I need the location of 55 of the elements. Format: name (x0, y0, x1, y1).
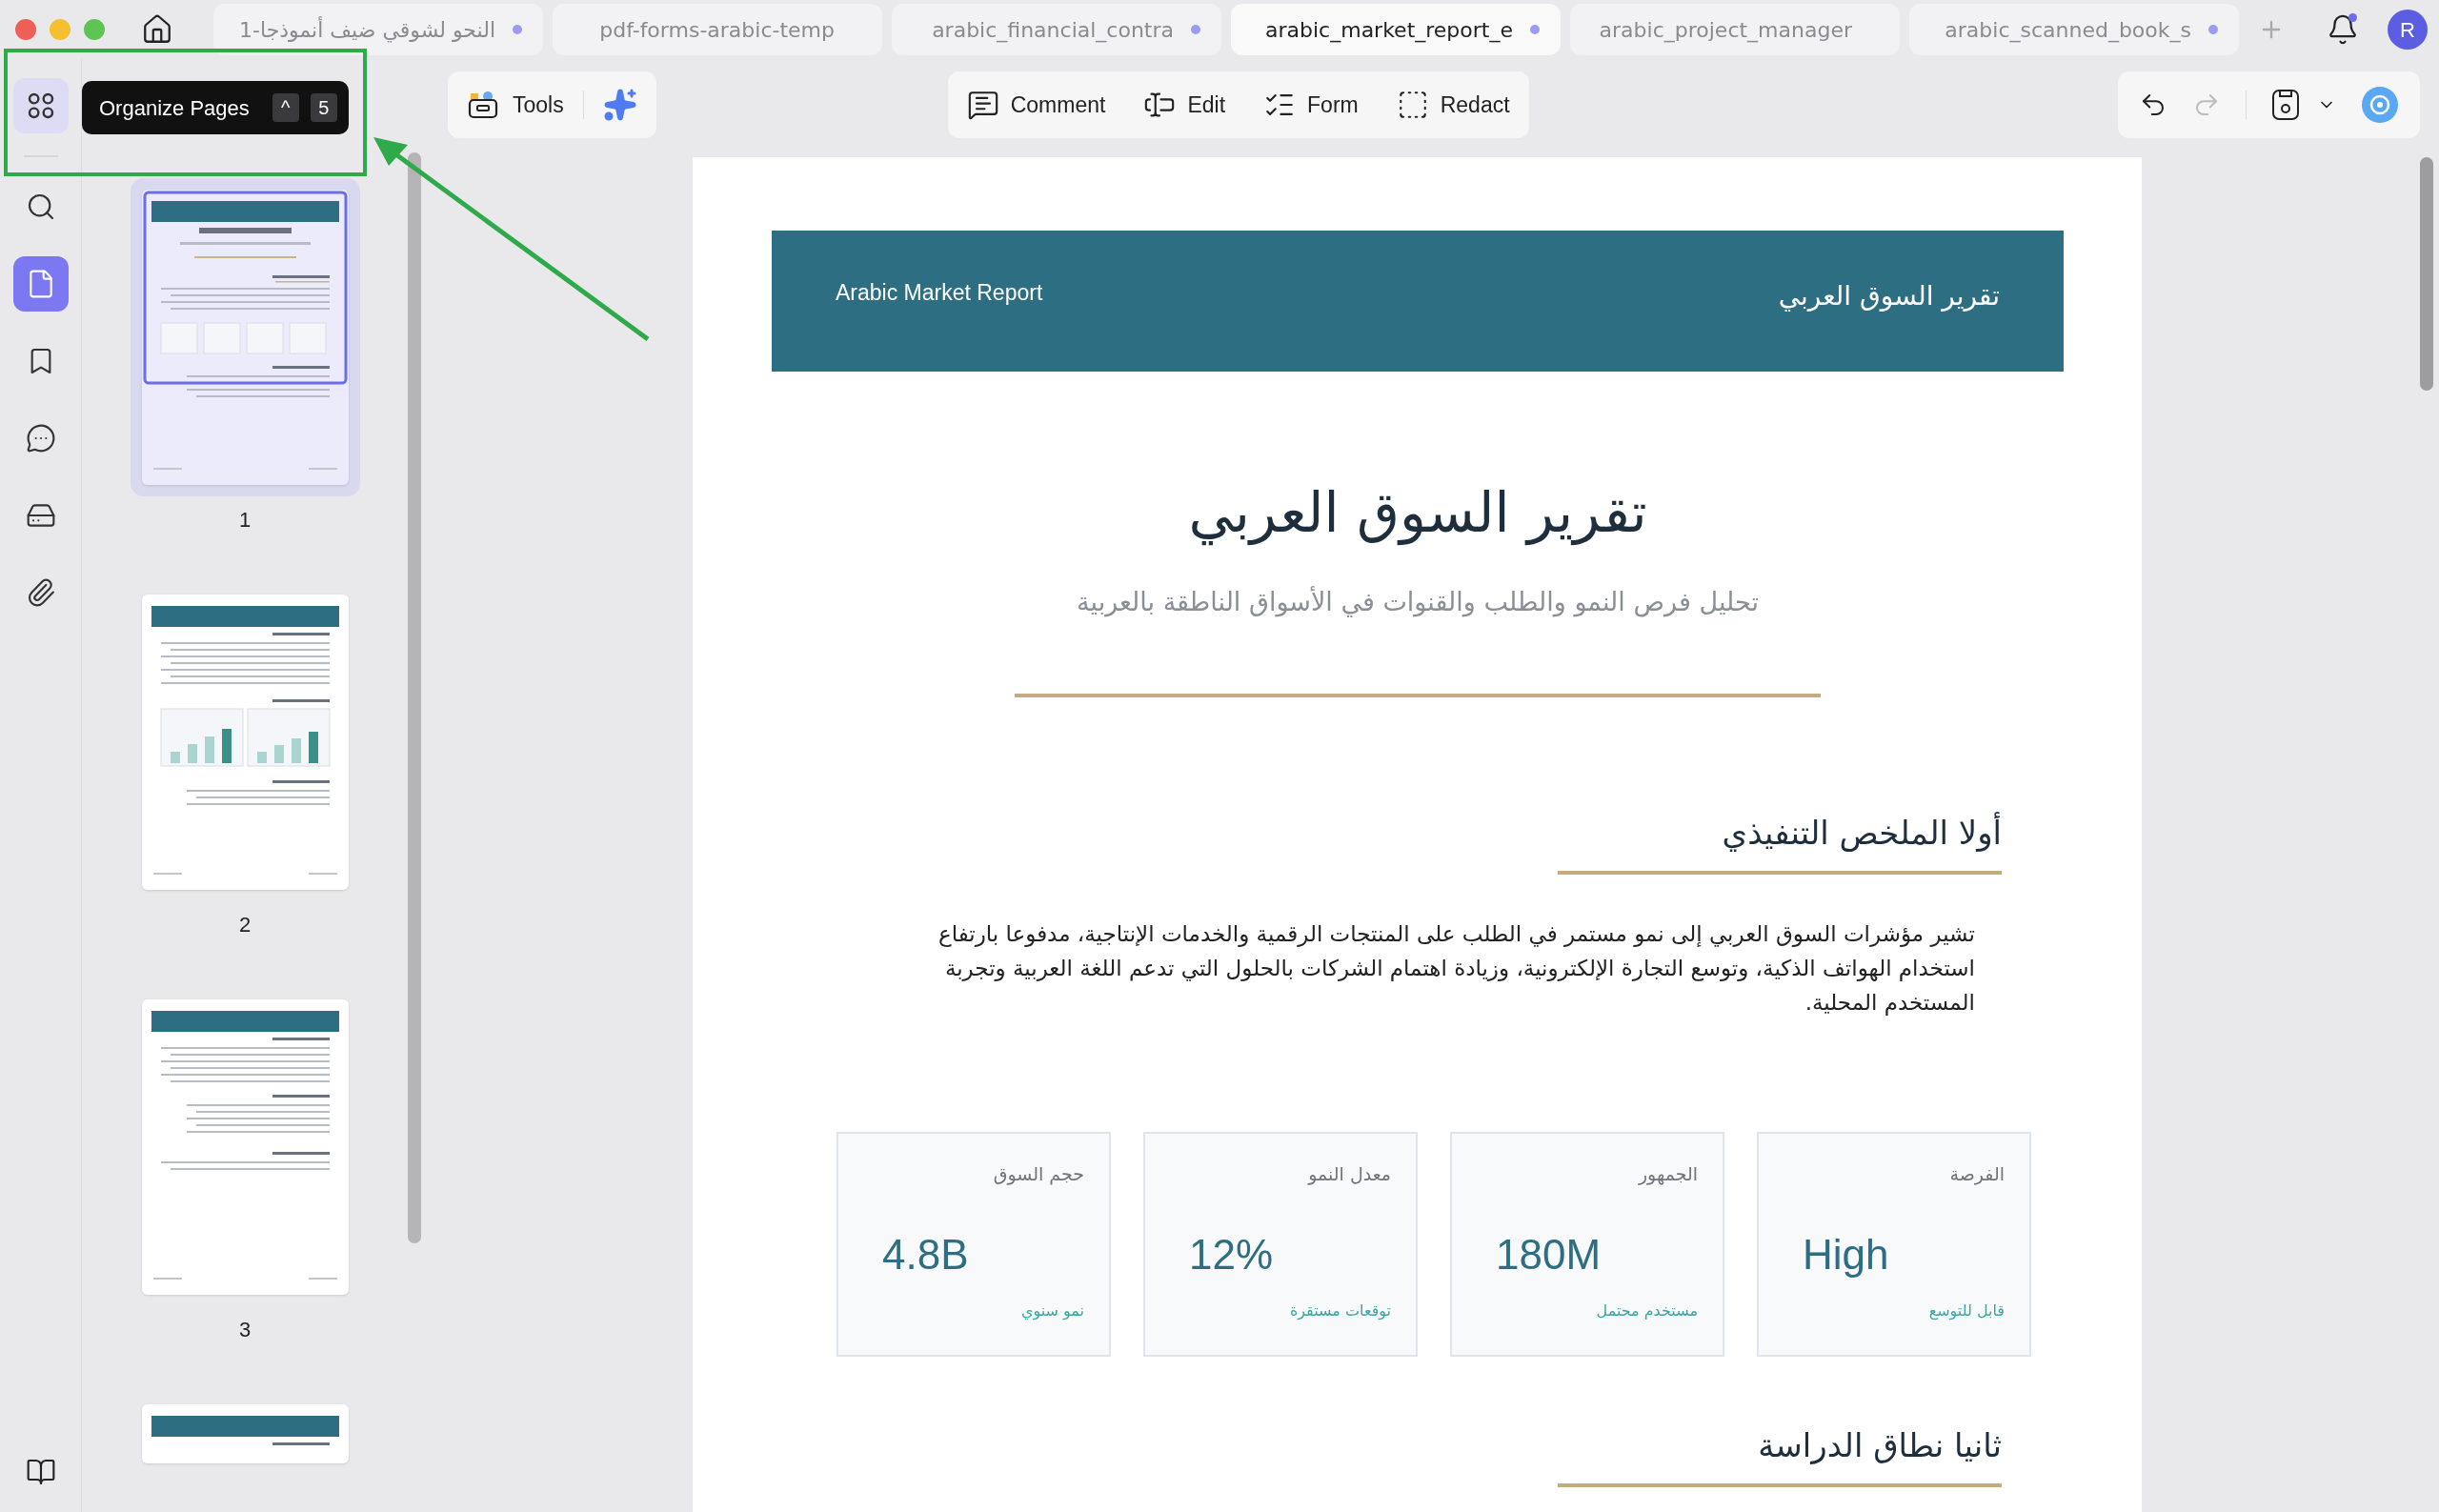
tab-title: arabic_scanned_book_s (1945, 16, 2191, 45)
ai-sparkle-icon[interactable] (602, 88, 637, 122)
close-window-button[interactable] (15, 19, 36, 40)
metric-label: معدل النمو (1308, 1161, 1391, 1187)
tab-title: arabic_financial_contra (932, 16, 1174, 45)
home-icon[interactable] (141, 13, 173, 46)
metric-note: مستخدم محتمل (1596, 1300, 1698, 1321)
organize-icon-button[interactable] (12, 78, 69, 133)
metric-value: High (1803, 1230, 1890, 1280)
toolbox-icon (467, 89, 499, 121)
page-thumbnail[interactable] (141, 1404, 349, 1463)
scrollbar[interactable] (2420, 157, 2433, 391)
section-heading: أولا الملخص التنفيذي (1722, 811, 2002, 854)
metric-label: الفرصة (1949, 1161, 2005, 1187)
document-tab[interactable]: arabic_market_report_e (1231, 4, 1561, 55)
metric-label: الجمهور (1638, 1161, 1698, 1187)
scrollbar[interactable] (408, 152, 421, 1243)
tab-title: النحو لشوقي ضيف أنموذجا-1 (239, 15, 495, 45)
assistant-icon[interactable] (2361, 86, 2399, 124)
summary-paragraph: تشير مؤشرات السوق العربي إلى نمو مستمر في الطلب على المنتجات الرقمية والخدمات الإنتاجية، مدفوعا بارتفاع استخدام الهواتف الذكية، وتوسع التجارة الإلكترونية، وزيادة اهتمام الشركات بالحلول التي تدعم اللغة العربية وتجربة المستخدم المحلية. (937, 919, 1975, 1018)
notification-bell-icon[interactable] (2327, 13, 2359, 46)
metric-note: قابل للتوسع (1928, 1300, 2005, 1322)
tooltip-text: Organize Pages (99, 94, 250, 122)
page-thumbnail[interactable] (141, 595, 349, 890)
page-icon-button[interactable] (12, 256, 69, 312)
header-title: تقرير السوق العربي (1778, 279, 2000, 313)
comment-icon (966, 89, 999, 121)
tab-title: pdf-forms-arabic-temp (599, 16, 835, 44)
page-number: 2 (238, 912, 252, 938)
page-number: 3 (238, 1317, 252, 1343)
comment-icon (25, 423, 56, 454)
metric-value: 180M (1496, 1230, 1602, 1280)
shortcut-key: 5 (310, 93, 337, 122)
user-avatar[interactable]: R (2388, 10, 2428, 50)
report-subtitle: تحليل فرص النمو والطلب والقنوات في الأسواق الناطقة بالعربية (1077, 585, 1759, 619)
book-icon[interactable] (25, 1457, 56, 1487)
comment-tool-button[interactable]: Comment (966, 88, 1106, 122)
section-heading: ثانيا نطاق الدراسة (1758, 1424, 2002, 1466)
form-tool-button[interactable]: Form (1263, 88, 1359, 122)
tab-title: arabic_project_manager (1599, 16, 1852, 45)
save-icon[interactable] (2271, 89, 2300, 121)
metric-label: حجم السوق (993, 1161, 1084, 1187)
page-thumbnail[interactable] (141, 999, 349, 1295)
page-thumbnail[interactable] (141, 190, 349, 485)
report-title: تقرير السوق العربي (1188, 479, 1647, 548)
edit-tool-button[interactable]: Edit (1143, 88, 1226, 122)
header-text: Arabic Market Report (836, 279, 1043, 307)
redact-tool-button[interactable]: Redact (1396, 88, 1510, 122)
metric-value: 12% (1189, 1230, 1275, 1280)
metric-value: 4.8B (882, 1230, 970, 1280)
tab-title: arabic_market_report_e (1265, 16, 1513, 45)
metric-note: نمو سنوي (1020, 1300, 1084, 1322)
metric-note: توقعات مستقرة (1289, 1300, 1391, 1322)
page-number: 1 (238, 507, 252, 534)
shortcut-key: ^ (272, 93, 299, 122)
